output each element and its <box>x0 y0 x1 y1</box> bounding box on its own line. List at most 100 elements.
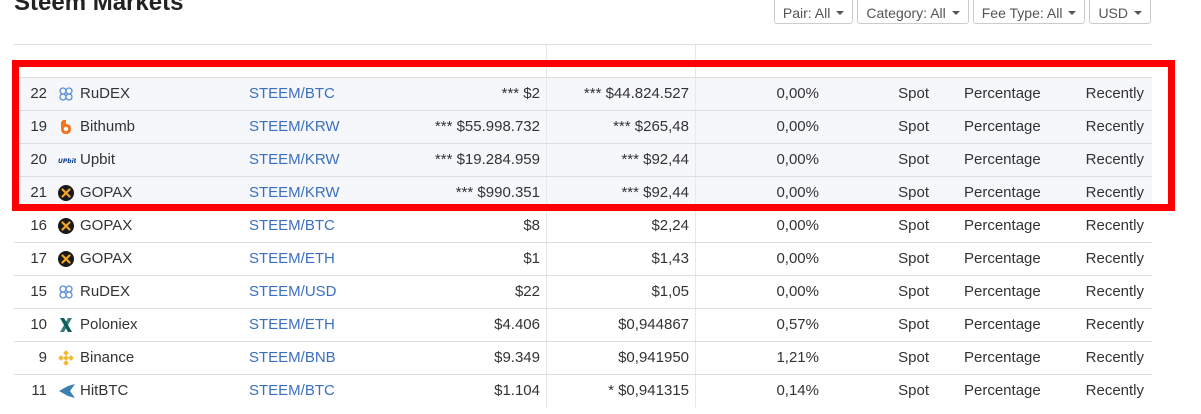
volume-percent-cell: 1,21% <box>776 349 819 366</box>
column-divider <box>546 45 547 77</box>
pair-link[interactable]: STEEM/BTC <box>249 375 335 407</box>
rank-cell: 10 <box>30 316 47 333</box>
pair-link[interactable]: STEEM/ETH <box>249 309 335 341</box>
category-cell: Spot <box>898 151 929 168</box>
fee-type-cell: Percentage <box>964 85 1041 102</box>
column-divider <box>695 243 696 276</box>
exchange-cell[interactable]: HitBTC <box>58 375 128 407</box>
column-divider <box>695 78 696 111</box>
rudex-icon <box>58 284 74 300</box>
column-divider <box>695 375 696 408</box>
currency-dropdown[interactable]: USD <box>1089 0 1151 24</box>
price-cell: *** $265,48 <box>613 118 689 135</box>
category-cell: Spot <box>898 250 929 267</box>
price-cell: $1,05 <box>651 283 689 300</box>
caret-down-icon <box>951 11 960 15</box>
rank-cell: 15 <box>30 283 47 300</box>
gopax-icon <box>58 251 74 267</box>
updated-cell: Recently <box>1085 85 1144 102</box>
table-header-row <box>14 44 1152 77</box>
volume-percent-cell: 0,00% <box>776 283 819 300</box>
table-row: 22 RuDEX STEEM/BTC *** $2 *** $44.824.527 0,0… <box>14 77 1152 111</box>
fee-type-cell: Percentage <box>964 382 1041 399</box>
fee-type-cell: Percentage <box>964 118 1041 135</box>
pair-link[interactable]: STEEM/BTC <box>249 78 335 110</box>
volume-cell: *** $55.998.732 <box>434 118 540 135</box>
exchange-name: RuDEX <box>80 283 131 300</box>
exchange-name: GOPAX <box>80 250 133 267</box>
category-cell: Spot <box>898 349 929 366</box>
volume-percent-cell: 0,14% <box>776 382 819 399</box>
currency-label: USD <box>1098 5 1128 21</box>
category-cell: Spot <box>898 184 929 201</box>
category-filter-dropdown[interactable]: Category: All <box>857 0 969 24</box>
exchange-cell[interactable]: RuDEX <box>58 276 130 308</box>
table-row: 11 HitBTC STEEM/BTC $1.104 * $0,941315 0,14% S… <box>14 374 1152 408</box>
poloniex-icon <box>58 317 74 333</box>
pair-link[interactable]: STEEM/USD <box>249 276 337 308</box>
exchange-cell[interactable]: GOPAX <box>58 243 132 275</box>
pair-link[interactable]: STEEM/KRW <box>249 111 340 143</box>
fee-type-filter-dropdown[interactable]: Fee Type: All <box>972 0 1086 24</box>
pair-link[interactable]: STEEM/BNB <box>249 342 336 374</box>
table-row: 21 GOPAX STEEM/KRW *** $990.351 *** $92,44 0,… <box>14 176 1152 210</box>
volume-cell: *** $2 <box>501 85 540 102</box>
table-row: 17 GOPAX STEEM/ETH $1 $1,43 0,00% Spot Percenta… <box>14 242 1152 276</box>
volume-cell: $1.104 <box>494 382 540 399</box>
filter-bar: Pair: All Category: All Fee Type: All US… <box>773 0 1151 24</box>
rank-cell: 9 <box>38 349 47 366</box>
updated-cell: Recently <box>1085 250 1144 267</box>
column-divider <box>546 78 547 111</box>
rank-cell: 16 <box>30 217 47 234</box>
volume-percent-cell: 0,57% <box>776 316 819 333</box>
pair-link[interactable]: STEEM/KRW <box>249 144 340 176</box>
fee-type-filter-label: Fee Type: All <box>981 5 1063 21</box>
updated-cell: Recently <box>1085 151 1144 168</box>
exchange-name: GOPAX <box>80 217 133 234</box>
volume-cell: $22 <box>514 283 540 300</box>
category-cell: Spot <box>898 283 929 300</box>
volume-percent-cell: 0,00% <box>776 118 819 135</box>
exchange-cell[interactable]: UPbit Upbit <box>58 144 115 176</box>
column-divider <box>695 342 696 375</box>
column-divider <box>546 276 547 309</box>
volume-percent-cell: 0,00% <box>776 85 819 102</box>
upbit-icon: UPbit <box>58 152 76 168</box>
fee-type-cell: Percentage <box>964 283 1041 300</box>
column-divider <box>546 210 547 243</box>
column-divider <box>546 111 547 144</box>
caret-down-icon <box>836 11 845 15</box>
exchange-cell[interactable]: Bithumb <box>58 111 135 143</box>
pair-filter-dropdown[interactable]: Pair: All <box>773 0 854 24</box>
exchange-cell[interactable]: RuDEX <box>58 78 130 110</box>
category-cell: Spot <box>898 316 929 333</box>
caret-down-icon <box>1068 11 1077 15</box>
category-cell: Spot <box>898 217 929 234</box>
price-cell: *** $44.824.527 <box>583 85 689 102</box>
price-cell: $0,941950 <box>618 349 689 366</box>
gopax-icon <box>58 218 74 234</box>
fee-type-cell: Percentage <box>964 250 1041 267</box>
fee-type-cell: Percentage <box>964 217 1041 234</box>
exchange-cell[interactable]: Poloniex <box>58 309 138 341</box>
volume-cell: $1 <box>523 250 540 267</box>
volume-percent-cell: 0,00% <box>776 250 819 267</box>
column-divider <box>695 111 696 144</box>
exchange-cell[interactable]: GOPAX <box>58 210 132 242</box>
price-cell: $2,24 <box>651 217 689 234</box>
rank-cell: 22 <box>30 85 47 102</box>
exchange-cell[interactable]: GOPAX <box>58 177 132 209</box>
volume-percent-cell: 0,00% <box>776 151 819 168</box>
pair-link[interactable]: STEEM/BTC <box>249 210 335 242</box>
exchange-name: HitBTC <box>80 382 129 399</box>
table-row: 15 RuDEX STEEM/USD $22 $1,05 0,00% Spot Percent… <box>14 275 1152 309</box>
exchange-cell[interactable]: Binance <box>58 342 134 374</box>
pair-link[interactable]: STEEM/KRW <box>249 177 340 209</box>
column-divider <box>695 210 696 243</box>
table-row: 19 Bithumb STEEM/KRW *** $55.998.732 *** $26… <box>14 110 1152 144</box>
column-divider <box>546 177 547 210</box>
pair-link[interactable]: STEEM/ETH <box>249 243 335 275</box>
volume-cell: $8 <box>523 217 540 234</box>
fee-type-cell: Percentage <box>964 151 1041 168</box>
rank-cell: 11 <box>31 382 47 399</box>
